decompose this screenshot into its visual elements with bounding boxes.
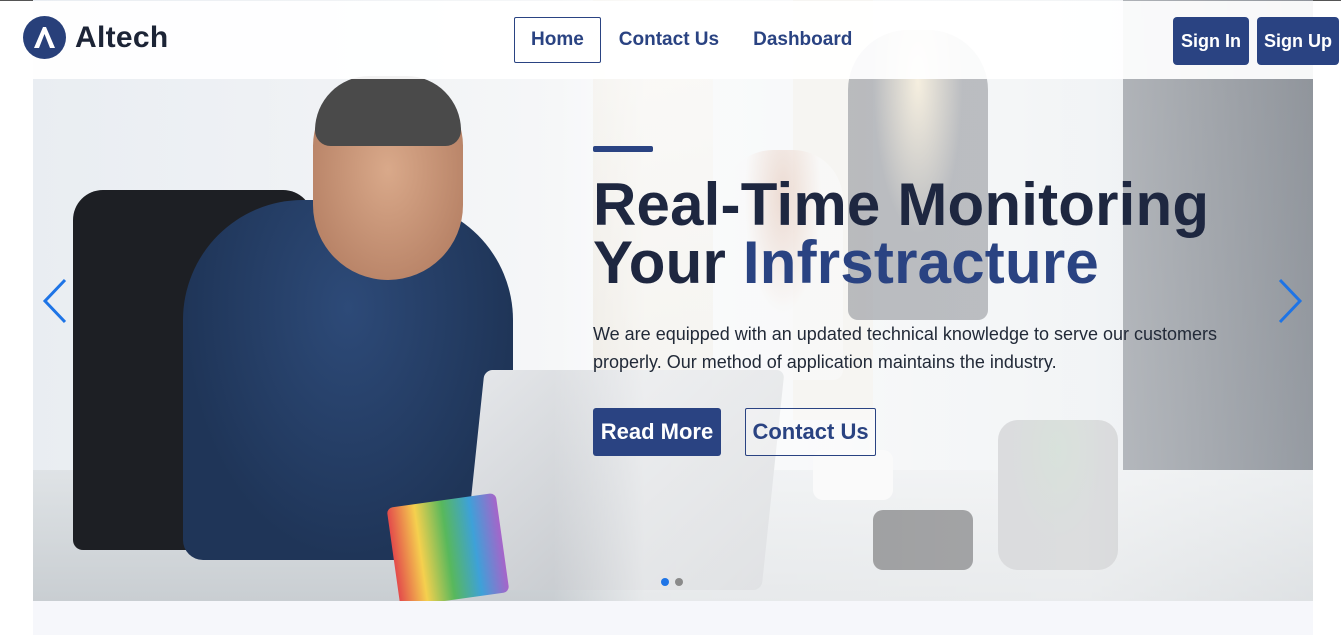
- site-header: Altech Home Contact Us Dashboard Sign In…: [0, 1, 1341, 79]
- carousel-prev-button[interactable]: [40, 276, 70, 326]
- hero-title-prefix: Your: [593, 229, 727, 296]
- sign-up-button[interactable]: Sign Up: [1257, 17, 1339, 65]
- sign-in-button[interactable]: Sign In: [1173, 17, 1249, 65]
- read-more-button[interactable]: Read More: [593, 408, 721, 456]
- hero-carousel: [33, 0, 1313, 601]
- brand-name: Altech: [75, 20, 169, 54]
- person-hair: [315, 76, 461, 146]
- hero-overlay: [553, 0, 1313, 601]
- title-accent-line: [593, 146, 653, 152]
- hero-title-accent: Infrstracture: [742, 229, 1099, 296]
- carousel-next-button[interactable]: [1275, 276, 1305, 326]
- carousel-indicator-1[interactable]: [661, 578, 669, 586]
- carousel-indicators: [661, 578, 689, 586]
- pencil-cup: [386, 492, 510, 601]
- logo-mark-icon: [23, 16, 66, 59]
- nav-contact-us[interactable]: Contact Us: [603, 17, 735, 63]
- auth-buttons: Sign In Sign Up: [1173, 17, 1339, 65]
- nav-dashboard[interactable]: Dashboard: [737, 17, 868, 63]
- hero-title-line1: Real-Time Monitoring: [593, 171, 1210, 238]
- next-section: [33, 601, 1313, 635]
- hero-title: Real-Time Monitoring Your Infrstracture: [593, 175, 1209, 293]
- hero-description: We are equipped with an updated technica…: [593, 324, 1218, 372]
- contact-us-button[interactable]: Contact Us: [745, 408, 876, 456]
- nav-home[interactable]: Home: [514, 17, 601, 63]
- chevron-right-icon: [1278, 278, 1303, 324]
- chevron-left-icon: [42, 278, 67, 324]
- carousel-indicator-2[interactable]: [675, 578, 683, 586]
- brand-logo[interactable]: Altech: [23, 16, 169, 59]
- main-nav: Home Contact Us Dashboard: [514, 17, 870, 63]
